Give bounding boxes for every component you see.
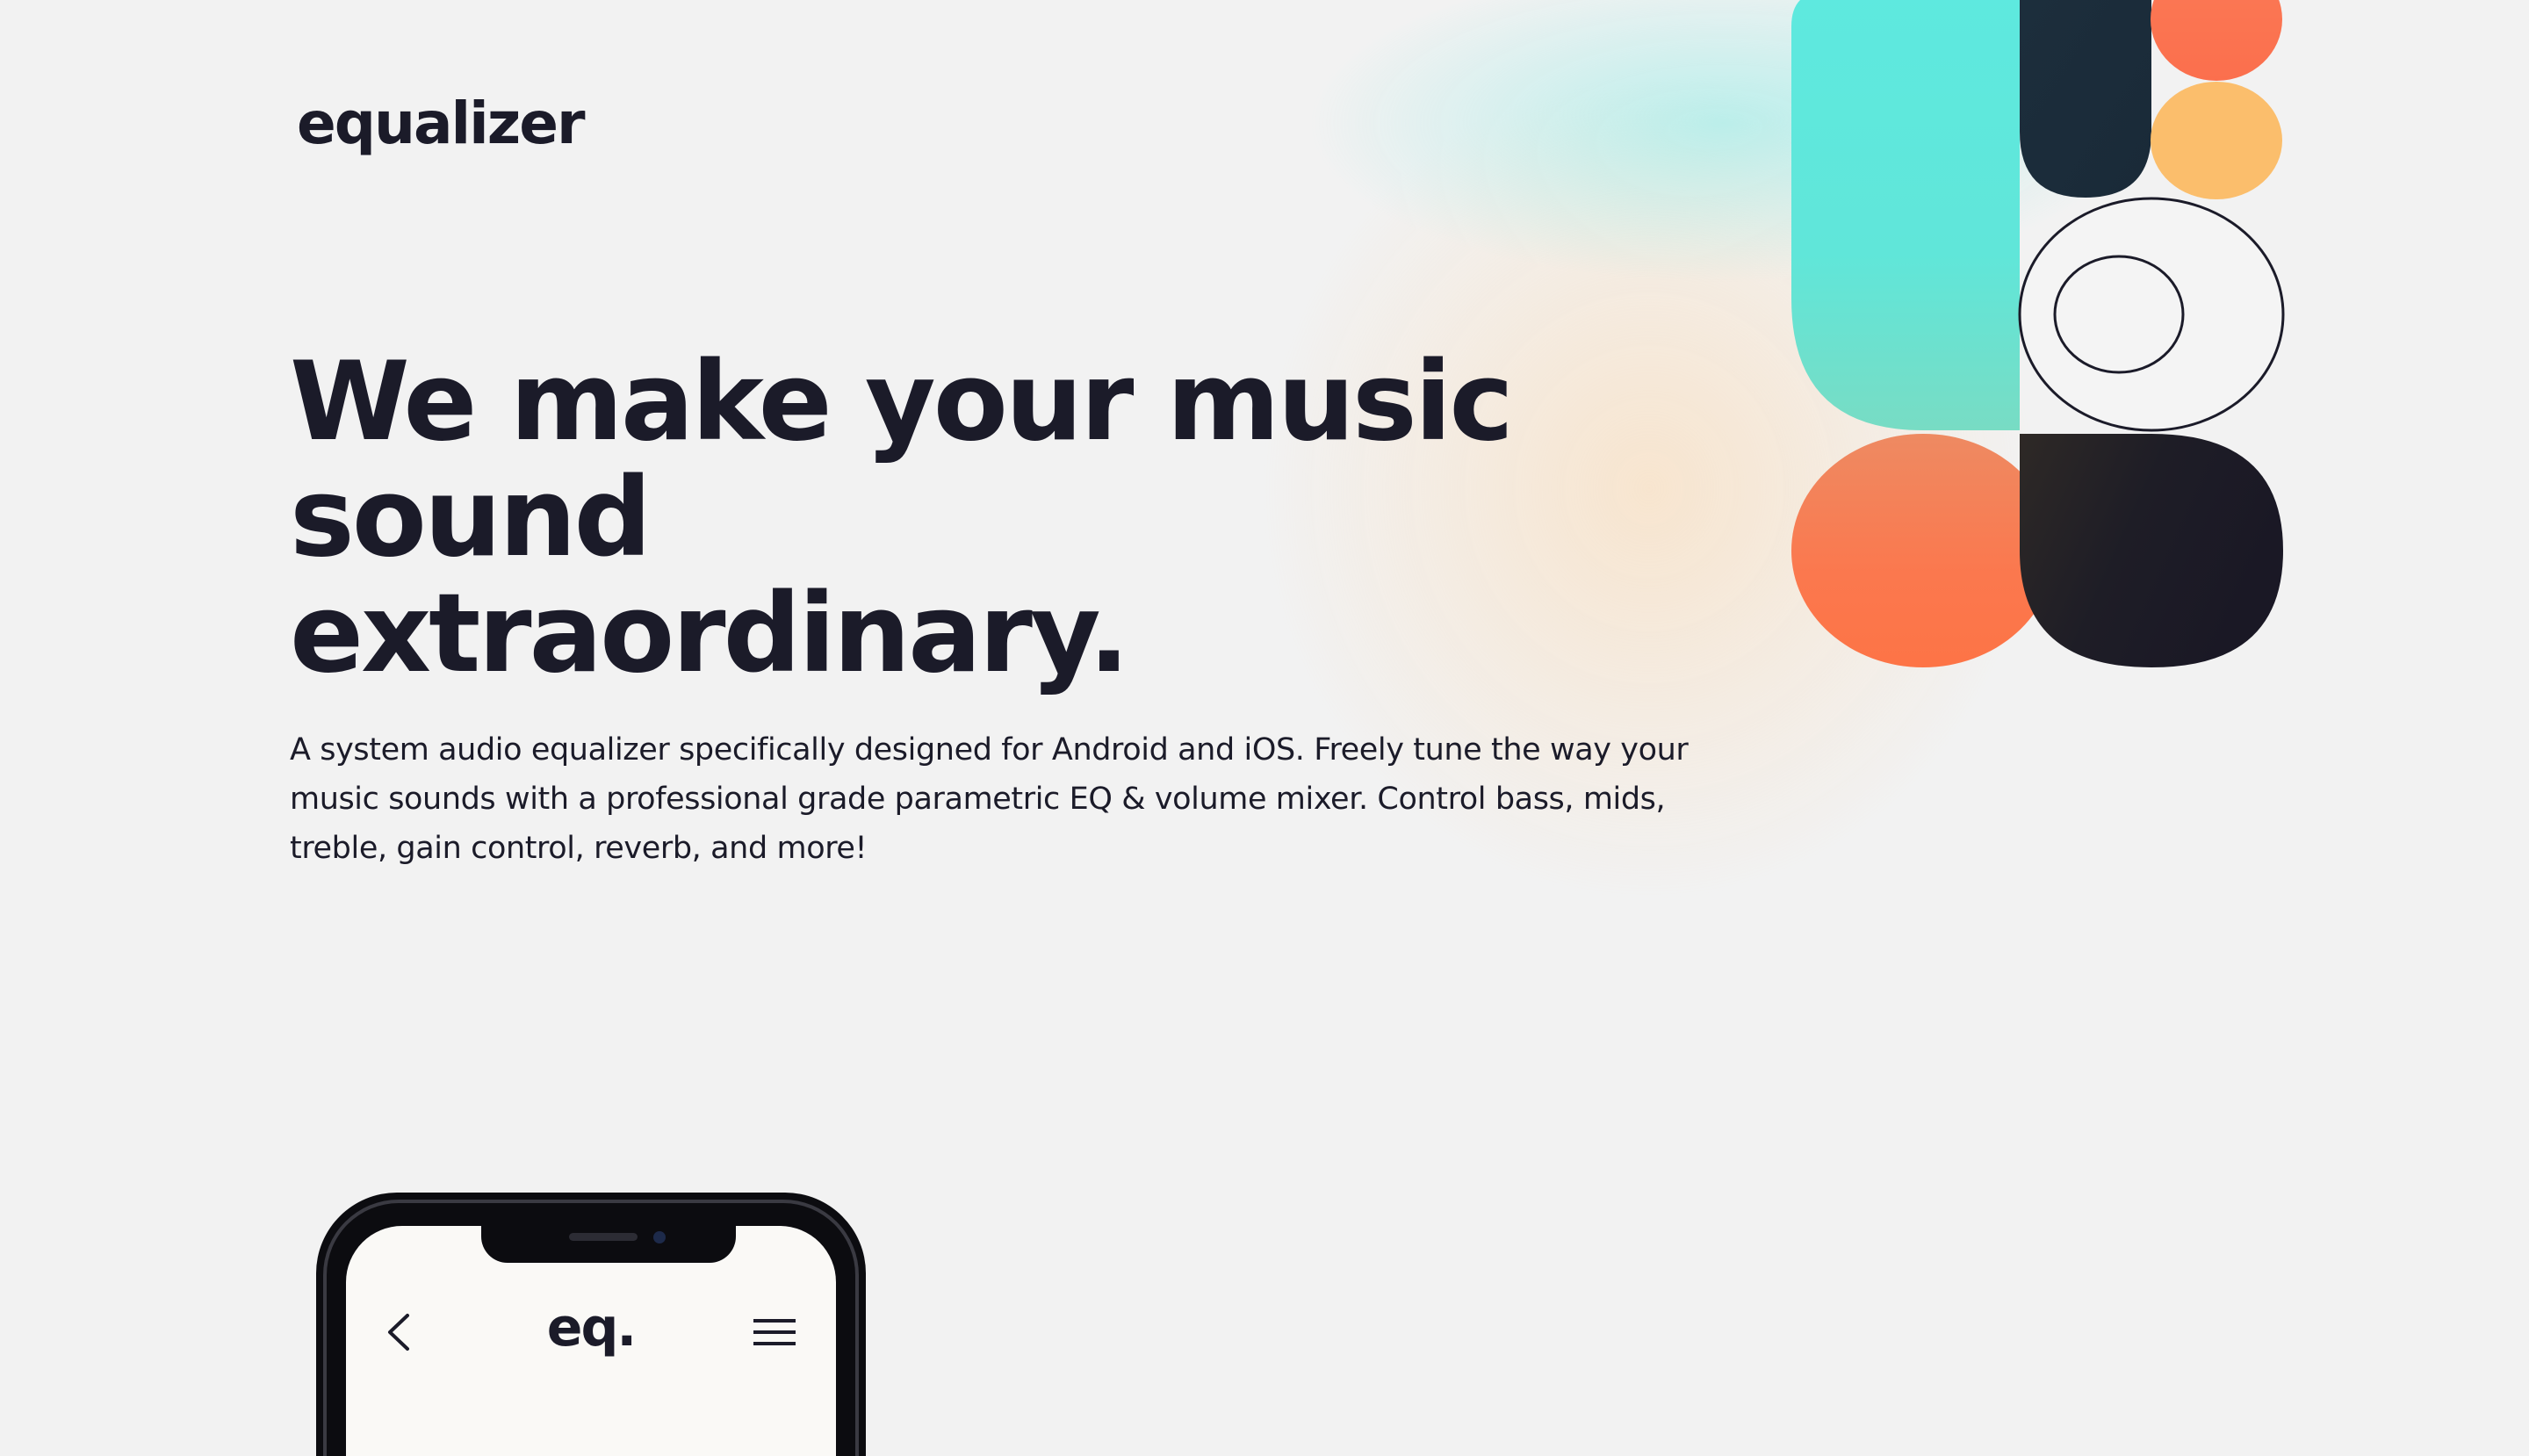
brand-logo[interactable]: equalizer — [297, 95, 586, 153]
dark-shape — [2020, 434, 2283, 667]
coral-small-circle — [2151, 0, 2282, 81]
hamburger-menu-icon[interactable] — [752, 1317, 797, 1347]
hero-headline: We make your music sound extraordinary. — [290, 344, 1783, 692]
teal-shape — [1791, 0, 2020, 430]
hero-artwork — [1791, 0, 2285, 667]
hero-headline-line-2: extraordinary. — [290, 571, 1129, 697]
phone-mockup: eq. — [316, 1193, 866, 1456]
phone-speaker — [569, 1233, 638, 1241]
phone-notch — [481, 1224, 736, 1263]
navy-pill-shape — [2020, 0, 2151, 198]
coral-circle — [1791, 434, 2055, 667]
outline-circle-large — [2018, 197, 2285, 432]
amber-circle — [2151, 82, 2282, 199]
hero-description: A system audio equalizer specifically de… — [290, 732, 1689, 866]
phone-camera — [653, 1231, 666, 1243]
hero-headline-line-1: We make your music sound — [290, 339, 1514, 581]
